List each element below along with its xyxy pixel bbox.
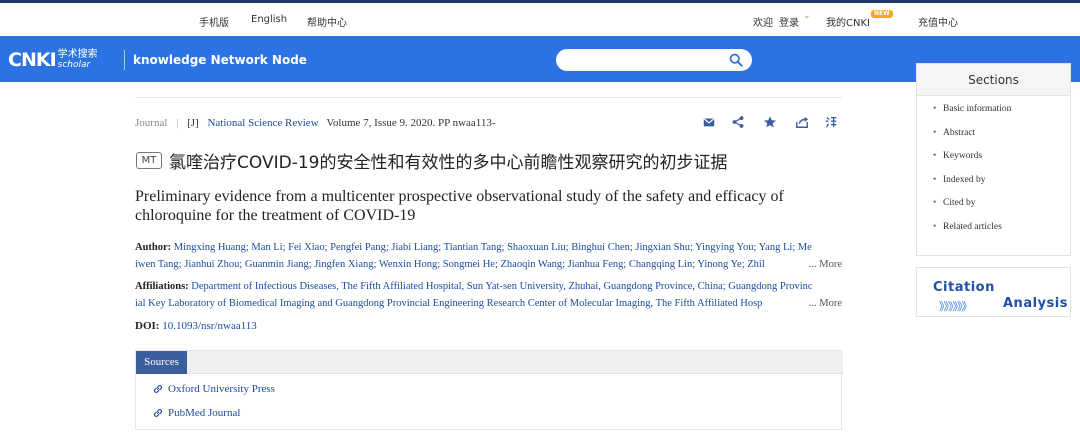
affil-more-link[interactable]: ... More xyxy=(802,295,842,312)
export-button[interactable] xyxy=(793,113,811,131)
logo-sub-text: 学术搜索 scholar xyxy=(57,49,98,71)
site-name: knowledge Network Node xyxy=(133,53,307,67)
type-tag: [J] xyxy=(187,117,199,129)
source-link-pubmed[interactable]: PubMed Journal xyxy=(152,407,240,419)
sections-sidebar: Sections Basic information Abstract Keyw… xyxy=(916,63,1071,256)
section-basic-information[interactable]: Basic information xyxy=(917,104,1011,128)
author-line-1: Author: Mingxing Huang; Man Li; Fei Xiao… xyxy=(135,239,842,256)
top-utility-bar: 手机版 English 帮助中心 欢迎 登录 ⌄ 我的CNKI NEW 充值中心 xyxy=(0,3,1080,36)
search-box xyxy=(556,49,752,71)
volume-info: Volume 7, Issue 9. 2020. PP nwaa113- xyxy=(326,117,496,129)
affil-line-2: ial Key Laboratory of Biomedical Imaging… xyxy=(135,295,842,312)
article-title-english: Preliminary evidence from a multicenter … xyxy=(135,188,784,224)
sources-header: Sources xyxy=(136,351,843,374)
help-center-link[interactable]: 帮助中心 xyxy=(307,14,347,29)
citation-analysis-banner[interactable]: Citation 》》》》》》 Analysis xyxy=(916,267,1071,317)
share-button[interactable] xyxy=(729,113,747,131)
search-icon[interactable] xyxy=(729,53,743,67)
my-cnki-link[interactable]: 我的CNKI xyxy=(826,14,870,29)
doi-row: DOI: 10.1093/nsr/nwaa113 xyxy=(135,320,257,332)
english-link[interactable]: English xyxy=(251,14,287,25)
author-names-2[interactable]: iwen Tang; Jianhui Zhou; Guanmin Jiang; … xyxy=(135,259,765,270)
welcome-text: 欢迎 xyxy=(753,18,773,29)
machine-translation-badge[interactable]: MT xyxy=(136,152,162,169)
cnki-scholar-logo[interactable]: CNKI 学术搜索 scholar xyxy=(8,49,98,71)
citation-arrows: 》》》》》》 xyxy=(939,300,972,313)
affil-text-2[interactable]: ial Key Laboratory of Biomedical Imaging… xyxy=(135,298,762,309)
link-icon xyxy=(153,409,163,417)
meta-separator: | xyxy=(176,117,179,129)
content-divider xyxy=(135,97,842,98)
new-badge: NEW xyxy=(871,10,893,18)
logo-en-text: scholar xyxy=(57,60,91,70)
journal-name-link[interactable]: National Science Review xyxy=(207,117,318,129)
source-name: Oxford University Press xyxy=(168,383,275,395)
section-cited-by[interactable]: Cited by xyxy=(917,198,1011,222)
mobile-version-link[interactable]: 手机版 xyxy=(199,14,229,29)
sections-list: Basic information Abstract Keywords Inde… xyxy=(917,104,1011,245)
email-button[interactable] xyxy=(700,113,718,131)
author-label: Author: xyxy=(135,242,172,253)
logo-divider xyxy=(124,50,125,70)
affil-label: Affiliations: xyxy=(135,281,189,292)
affil-line-1: Affiliations: Department of Infectious D… xyxy=(135,278,842,295)
source-link-oxford[interactable]: Oxford University Press xyxy=(152,383,275,395)
section-keywords[interactable]: Keywords xyxy=(917,151,1011,175)
citation-word: Citation xyxy=(933,280,995,295)
author-list: Author: Mingxing Huang; Man Li; Fei Xiao… xyxy=(135,239,842,273)
doi-link[interactable]: 10.1093/nsr/nwaa113 xyxy=(162,320,257,332)
journal-label: Journal xyxy=(135,117,168,129)
author-line-2: iwen Tang; Jianhui Zhou; Guanmin Jiang; … xyxy=(135,256,842,273)
section-indexed-by[interactable]: Indexed by xyxy=(917,175,1011,199)
envelope-icon xyxy=(703,118,715,127)
affil-text-1[interactable]: Department of Infectious Diseases, The F… xyxy=(191,281,812,292)
source-name: PubMed Journal xyxy=(168,407,241,419)
translate-button[interactable] xyxy=(822,113,840,131)
login-link[interactable]: 登录 xyxy=(779,14,799,29)
star-icon xyxy=(764,116,776,128)
analysis-word: Analysis xyxy=(1003,296,1068,311)
search-input[interactable] xyxy=(568,52,718,68)
share-icon xyxy=(732,116,744,128)
author-names-1[interactable]: Mingxing Huang; Man Li; Fei Xiao; Pengfe… xyxy=(174,242,812,253)
tab-sources[interactable]: Sources xyxy=(136,351,187,374)
article-title-chinese: 氯喹治疗COVID-19的安全性和有效性的多中心前瞻性观察研究的初步证据 xyxy=(169,153,728,173)
chevron-down-icon[interactable]: ⌄ xyxy=(803,11,811,21)
sources-panel: Sources Oxford University Press PubMed J… xyxy=(135,350,843,430)
sections-title: Sections xyxy=(917,64,1070,96)
doi-label: DOI: xyxy=(135,320,160,332)
export-icon xyxy=(796,116,809,128)
favorite-button[interactable] xyxy=(761,113,779,131)
affiliations: Affiliations: Department of Infectious D… xyxy=(135,278,842,312)
recharge-center-link[interactable]: 充值中心 xyxy=(918,14,958,29)
logo-cn-text: 学术搜索 xyxy=(57,49,98,60)
section-abstract[interactable]: Abstract xyxy=(917,128,1011,152)
journal-meta: Journal | [J] National Science Review Vo… xyxy=(135,117,496,129)
link-icon xyxy=(153,385,163,393)
logo-main-text: CNKI xyxy=(8,49,57,71)
section-related-articles[interactable]: Related articles xyxy=(917,222,1011,246)
translate-icon xyxy=(825,116,837,128)
author-more-link[interactable]: ... More xyxy=(802,256,842,273)
